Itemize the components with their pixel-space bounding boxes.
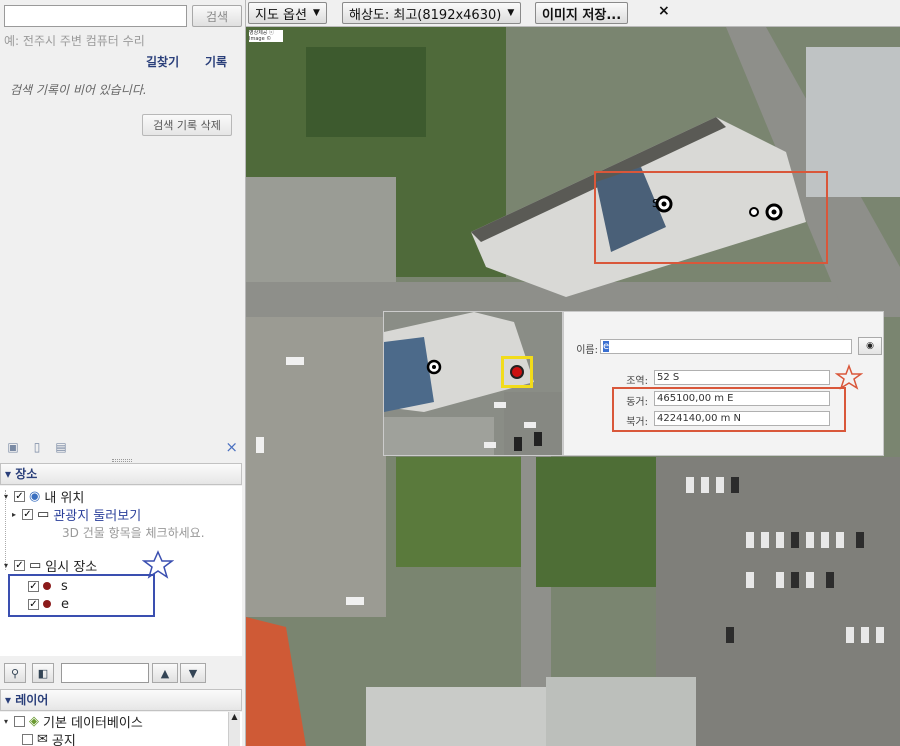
highlight-box bbox=[594, 171, 828, 264]
left-panel: 검색 예: 전주시 주변 컴퓨터 수리 길찾기 기록 검색 기록이 비어 있습니… bbox=[0, 0, 246, 746]
resolution-label: 해상도: 최고(8192x4630) bbox=[349, 7, 502, 23]
search-icon[interactable]: ⚲ bbox=[4, 663, 26, 683]
chevron-down-icon: ▼ bbox=[312, 8, 320, 18]
collapse-icon[interactable]: ▾ bbox=[2, 561, 10, 570]
checkbox[interactable] bbox=[22, 733, 33, 745]
tree-item-tour[interactable]: ▸ ✓ ▭ 관광지 둘러보기 bbox=[10, 505, 141, 524]
search-bottom-bar: ⚲ ◧ ▲ ▼ bbox=[0, 660, 245, 686]
checkbox[interactable]: ✓ bbox=[14, 559, 25, 571]
search-button[interactable]: 검색 bbox=[192, 5, 242, 27]
places-header[interactable]: ▾ 장소 bbox=[0, 463, 242, 485]
close-icon[interactable]: × bbox=[225, 440, 238, 455]
tree-label: 기본 데이터베이스 bbox=[43, 715, 143, 731]
checkbox[interactable]: ✓ bbox=[22, 508, 33, 520]
name-label: 이름: bbox=[576, 345, 598, 356]
chevron-down-icon: ▼ bbox=[507, 8, 515, 18]
star-annotation-icon bbox=[142, 550, 174, 579]
tree-item-my-location[interactable]: ▾ ✓ ◉ 내 위치 bbox=[2, 487, 85, 506]
name-field[interactable]: e bbox=[600, 339, 852, 354]
checkbox[interactable]: ✓ bbox=[14, 490, 25, 502]
resolution-dropdown[interactable]: 해상도: 최고(8192x4630) ▼ bbox=[342, 2, 522, 24]
layers-header[interactable]: ▾ 레이어 bbox=[0, 689, 242, 711]
mail-icon: ✉ bbox=[37, 731, 48, 746]
selection-outline bbox=[8, 574, 155, 617]
collapse-icon[interactable]: ▾ bbox=[2, 492, 10, 501]
map-options-label: 지도 옵션 bbox=[255, 7, 307, 23]
map-toolbar: 지도 옵션 ▼ 해상도: 최고(8192x4630) ▼ 이미지 저장... × bbox=[246, 0, 900, 27]
globe-icon: ◉ bbox=[29, 488, 41, 504]
selected-marker[interactable] bbox=[501, 356, 533, 388]
tree-label: 공지 bbox=[51, 733, 76, 746]
add-folder-icon[interactable]: ▣ bbox=[6, 440, 20, 454]
places-header-label: 장소 bbox=[15, 467, 38, 481]
zone-field[interactable]: 52 S bbox=[654, 370, 830, 385]
map-copyright: 영상제공 ⓒ Image © Maxar bbox=[249, 30, 283, 42]
resize-grip[interactable] bbox=[112, 459, 132, 462]
inset-zoom-view bbox=[383, 311, 563, 456]
print-icon[interactable]: ▤ bbox=[54, 440, 68, 454]
save-image-button[interactable]: 이미지 저장... bbox=[535, 2, 629, 24]
tree-item-temp[interactable]: ▾ ✓ ▭ 임시 장소 bbox=[2, 556, 98, 575]
places-filter-input[interactable] bbox=[61, 663, 149, 683]
red-placemark-icon bbox=[510, 365, 524, 379]
tree-label: 내 위치 bbox=[44, 490, 85, 506]
tree-label: 임시 장소 bbox=[45, 559, 98, 575]
search-example: 예: 전주시 주변 컴퓨터 수리 bbox=[4, 34, 145, 48]
clear-history-button[interactable]: 검색 기록 삭제 bbox=[142, 114, 232, 136]
layers-header-label: 레이어 bbox=[15, 693, 49, 707]
tab-directions[interactable]: 길찾기 bbox=[146, 53, 179, 70]
pin-icon-button[interactable]: ◉ bbox=[858, 337, 882, 355]
layer-item-notice[interactable]: ✉ 공지 bbox=[22, 730, 76, 746]
search-input[interactable] bbox=[4, 5, 187, 27]
panel-toggle-icon[interactable]: ◧ bbox=[32, 663, 54, 683]
move-down-icon[interactable]: ▼ bbox=[180, 663, 206, 683]
name-value: e bbox=[603, 341, 610, 352]
placemark-dialog: 이름: e ◉ 조역: 52 S 동거: 465100,00 m E 북거: 4… bbox=[563, 311, 884, 456]
folder-icon: ▭ bbox=[37, 506, 50, 522]
zone-label: 조역: bbox=[626, 376, 648, 387]
inset-imagery bbox=[384, 312, 562, 455]
tour-hint: 3D 건물 항목을 체크하세요. bbox=[62, 525, 205, 540]
copy-icon[interactable]: ▯ bbox=[30, 440, 44, 454]
folder-icon: ▭ bbox=[29, 557, 42, 573]
history-empty-text: 검색 기록이 비어 있습니다. bbox=[10, 83, 147, 97]
layers-tree: ▾ ◈ 기본 데이터베이스 ✉ 공지 ▲ bbox=[0, 712, 242, 746]
tab-history[interactable]: 기록 bbox=[205, 53, 227, 70]
tree-link[interactable]: 관광지 둘러보기 bbox=[53, 505, 141, 524]
map-options-dropdown[interactable]: 지도 옵션 ▼ bbox=[248, 2, 327, 24]
places-toolbar: ▣ ▯ ▤ × bbox=[6, 440, 242, 456]
collapse-icon[interactable]: ▾ bbox=[2, 717, 10, 726]
places-tree: ▾ ✓ ◉ 내 위치 ▸ ✓ ▭ 관광지 둘러보기 3D 건물 항목을 체크하세… bbox=[0, 486, 242, 656]
coordinates-highlight bbox=[612, 387, 846, 432]
layers-icon: ◈ bbox=[29, 713, 39, 729]
close-icon[interactable]: × bbox=[658, 3, 670, 19]
layer-item-primary[interactable]: ▾ ◈ 기본 데이터베이스 bbox=[2, 712, 143, 731]
scrollbar[interactable]: ▲ bbox=[228, 712, 240, 746]
checkbox[interactable] bbox=[14, 715, 25, 727]
move-up-icon[interactable]: ▲ bbox=[152, 663, 178, 683]
target-marker-s-icon bbox=[426, 359, 442, 375]
expand-icon[interactable]: ▸ bbox=[10, 510, 18, 519]
